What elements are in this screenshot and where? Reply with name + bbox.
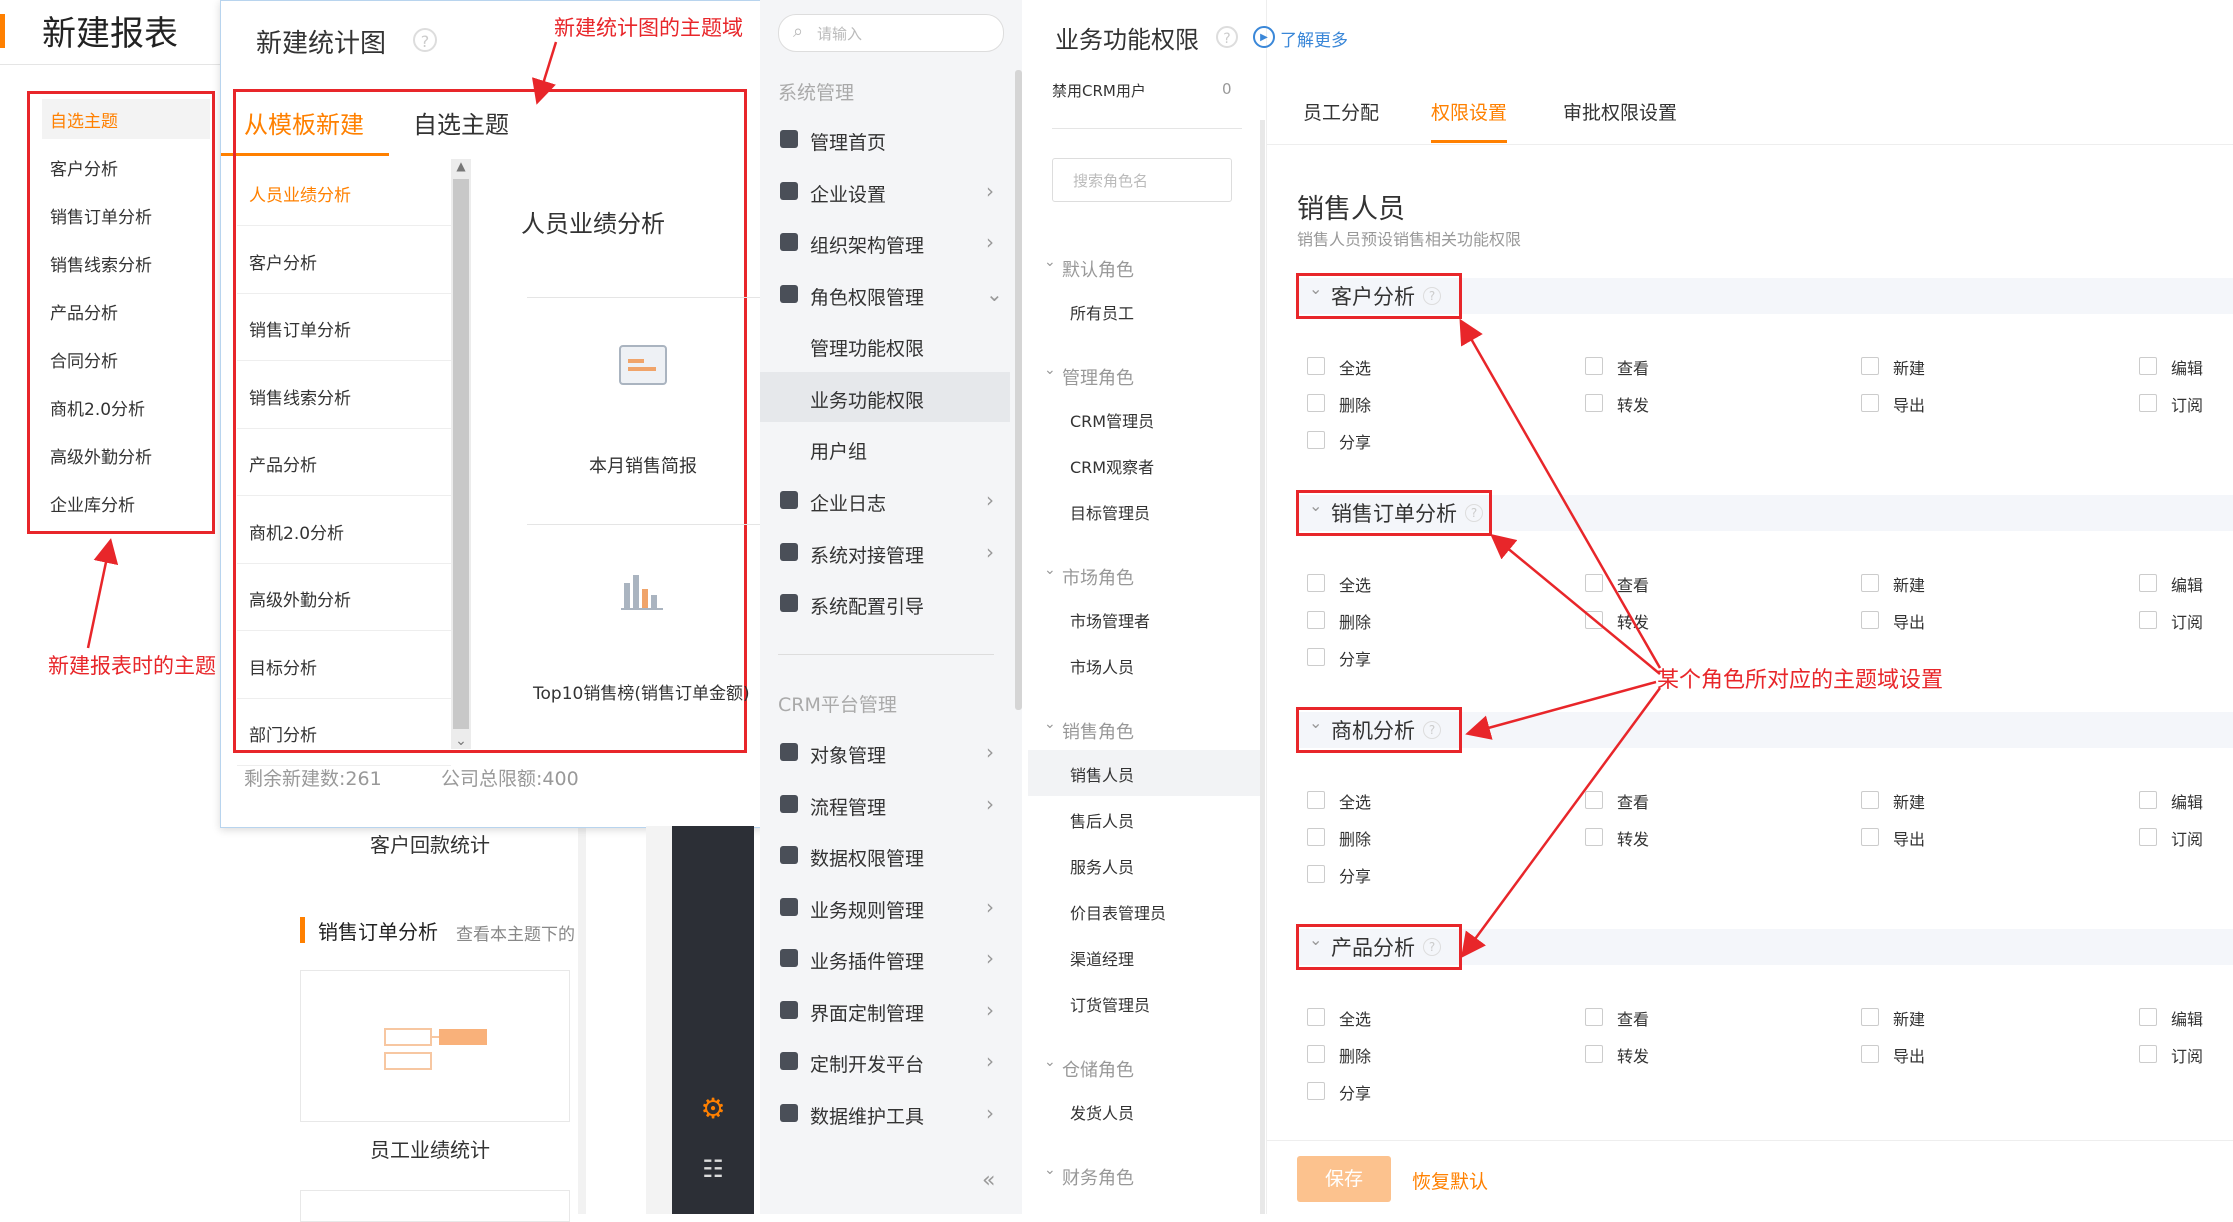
annotation-arrows bbox=[86, 41, 1662, 959]
arrow-customer bbox=[1459, 318, 1662, 669]
arrow-chart-topics bbox=[531, 41, 558, 105]
arrow-report-topics bbox=[86, 538, 119, 649]
role-topic-annotation: 某个角色所对应的主题域设置 bbox=[1657, 668, 1944, 693]
arrow-product bbox=[1461, 687, 1662, 959]
arrow-opportunity bbox=[1465, 680, 1657, 740]
arrow-sales-order bbox=[1490, 533, 1661, 675]
